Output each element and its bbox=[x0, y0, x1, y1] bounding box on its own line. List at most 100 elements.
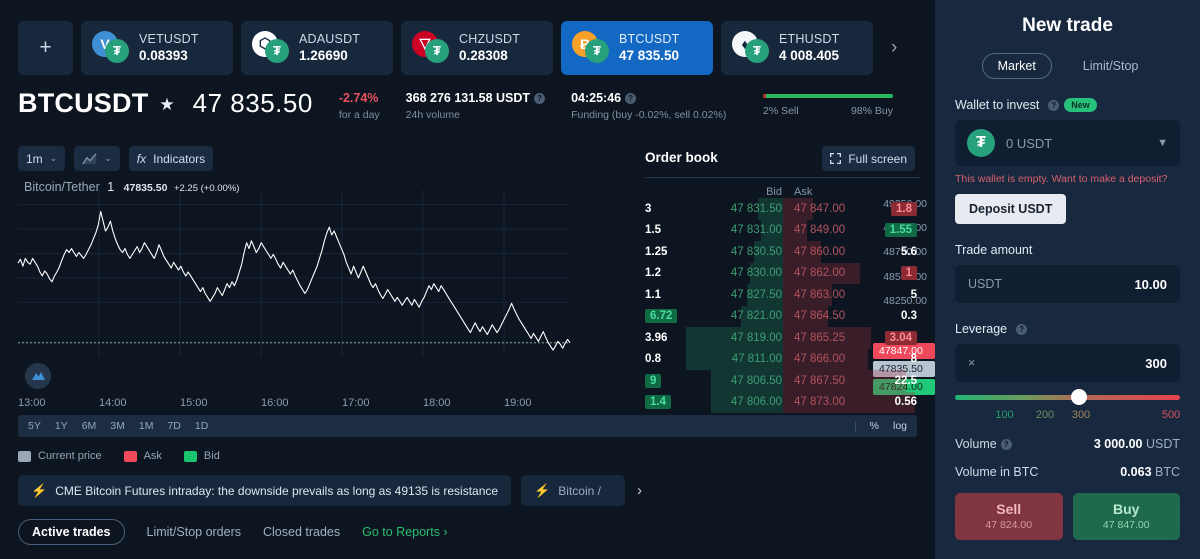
current-price: 47 835.50 bbox=[192, 88, 313, 118]
trade-amount-field[interactable]: USDT 10.00 bbox=[955, 265, 1180, 303]
volume-btc-value: 0.063 bbox=[1120, 465, 1152, 479]
order-book-row[interactable]: 1.1 47 827.50 47 863.00 5 bbox=[645, 284, 920, 306]
stat-change: -2.74% for a day bbox=[339, 88, 380, 121]
leverage-help-icon[interactable]: ? bbox=[1016, 323, 1028, 335]
pair-icons: ♦ ₮ bbox=[732, 30, 770, 65]
buy-button[interactable]: Buy 47 847.00 bbox=[1072, 493, 1180, 540]
wallet-warning: This wallet is empty. Want to make a dep… bbox=[955, 173, 1168, 185]
legend-item: Bid bbox=[183, 450, 220, 462]
bottom-tab-go-to-reports[interactable]: Go to Reports › bbox=[362, 525, 447, 539]
x-axis-tick: 14:00 bbox=[99, 397, 127, 409]
news-item[interactable]: ⚡ CME Bitcoin Futures intraday: the downs… bbox=[18, 475, 512, 506]
bid-price: 47 830.00 bbox=[730, 267, 782, 280]
order-book-row[interactable]: 3 47 831.50 47 847.00 1.8 bbox=[645, 198, 920, 220]
pair-tabs-next-icon[interactable]: › bbox=[881, 37, 907, 59]
wallet-label-row: Wallet to invest ? New bbox=[955, 98, 1180, 112]
bid-qty: 1.2 bbox=[645, 267, 661, 280]
x-axis-tick: 18:00 bbox=[423, 397, 451, 409]
chart-canvas[interactable] bbox=[0, 178, 640, 378]
order-mode-market[interactable]: Market bbox=[981, 53, 1052, 79]
ask-price: 47 866.00 bbox=[794, 353, 846, 366]
pair-tab-btcusdt[interactable]: Ƀ ₮ BTCUSDT 47 835.50 bbox=[561, 20, 713, 75]
order-book-row[interactable]: 9 47 806.50 47 867.50 22.5 bbox=[645, 370, 920, 392]
pair-price: 4 008.405 bbox=[779, 47, 840, 63]
order-book-row[interactable]: 1.4 47 806.00 47 873.00 0.56 bbox=[645, 391, 920, 413]
chevron-down-icon: ⌄ bbox=[49, 153, 58, 163]
pair-icons: Ƀ ₮ bbox=[572, 30, 610, 65]
pair-tab-chzusdt[interactable]: ▽ ₮ CHZUSDT 0.28308 bbox=[401, 20, 553, 75]
volume-help-icon[interactable]: ? bbox=[1000, 438, 1012, 450]
add-pair-button[interactable]: + bbox=[18, 20, 73, 75]
deposit-button[interactable]: Deposit USDT bbox=[955, 194, 1067, 224]
order-book-row[interactable]: 1.2 47 830.00 47 862.00 1 bbox=[645, 262, 920, 284]
sell-price: 47 824.00 bbox=[985, 519, 1033, 531]
favorite-star-icon[interactable]: ★ bbox=[159, 95, 174, 115]
bottom-tab-limit-stop-orders[interactable]: Limit/Stop orders bbox=[147, 525, 241, 539]
volume-btc-label: Volume in BTC bbox=[955, 465, 1039, 479]
leverage-field[interactable]: × 300 bbox=[955, 344, 1180, 382]
period-1y[interactable]: 1Y bbox=[55, 420, 68, 432]
tether-icon: ₮ bbox=[265, 38, 289, 63]
interval-selector[interactable]: 1m ⌄ bbox=[18, 146, 66, 171]
period-5y[interactable]: 5Y bbox=[28, 420, 41, 432]
tether-icon: ₮ bbox=[585, 38, 609, 63]
bid-qty: 3.96 bbox=[645, 331, 668, 344]
period-1d[interactable]: 1D bbox=[195, 420, 208, 432]
interval-label: 1m bbox=[26, 151, 43, 166]
period-1m[interactable]: 1M bbox=[139, 420, 154, 432]
bid-qty: 3 bbox=[645, 202, 652, 215]
order-mode-limit-stop[interactable]: Limit/Stop bbox=[1068, 54, 1154, 78]
order-book-row[interactable]: 1.5 47 831.00 47 849.00 1.55 bbox=[645, 219, 920, 241]
bottom-tab-active-trades[interactable]: Active trades bbox=[18, 519, 125, 545]
funding-help-icon[interactable]: ? bbox=[625, 93, 637, 104]
chart-type-selector[interactable]: ⌄ bbox=[74, 146, 120, 171]
scale-log-button[interactable]: log bbox=[893, 420, 907, 432]
order-book-row[interactable]: 3.96 47 819.00 47 865.25 3.04 bbox=[645, 327, 920, 349]
change-label: for a day bbox=[338, 109, 380, 121]
period-7d[interactable]: 7D bbox=[167, 420, 180, 432]
leverage-ticks: 100 200 300 500 bbox=[955, 409, 1180, 423]
news-item[interactable]: ⚡ Bitcoin / bbox=[521, 475, 625, 506]
order-book-row[interactable]: 6.72 47 821.00 47 864.50 0.3 bbox=[645, 305, 920, 327]
bottom-tab-closed-trades[interactable]: Closed trades bbox=[263, 525, 340, 539]
order-book-title: Order book bbox=[645, 150, 718, 165]
x-axis-tick: 15:00 bbox=[180, 397, 208, 409]
pair-price: 0.28308 bbox=[459, 47, 508, 63]
bolt-icon: ⚡ bbox=[31, 482, 48, 498]
bid-price: 47 831.50 bbox=[730, 202, 782, 215]
ask-price: 47 847.00 bbox=[794, 202, 846, 215]
volume-help-icon[interactable]: ? bbox=[534, 93, 546, 104]
leverage-slider[interactable] bbox=[955, 389, 1180, 405]
trading-app: + V ₮ VETUSDT 0.08393 ⬡ ₮ ADAUSDT 1.26690 ▽ ₮ CHZU… bbox=[0, 0, 1200, 559]
tether-icon: ₮ bbox=[967, 129, 995, 157]
scale-percent-button[interactable]: % bbox=[870, 420, 879, 432]
pair-tab-adausdt[interactable]: ⬡ ₮ ADAUSDT 1.26690 bbox=[241, 20, 393, 75]
chart-overlay-title: Bitcoin/Tether bbox=[24, 180, 100, 194]
ask-qty: 5 bbox=[910, 288, 917, 301]
order-book-row[interactable]: 1.25 47 830.50 47 860.00 5.6 bbox=[645, 241, 920, 263]
leverage-tick[interactable]: 300 bbox=[1072, 409, 1090, 421]
leverage-slider-knob[interactable] bbox=[1070, 389, 1087, 405]
leverage-tick[interactable]: 200 bbox=[1036, 409, 1054, 421]
chevron-down-icon: ⌄ bbox=[104, 153, 112, 163]
wallet-selector[interactable]: ₮ 0 USDT ▼ bbox=[955, 120, 1180, 166]
period-6m[interactable]: 6M bbox=[82, 420, 97, 432]
leverage-label: Leverage bbox=[955, 322, 1008, 336]
pair-tab-vetusdt[interactable]: V ₮ VETUSDT 0.08393 bbox=[81, 20, 233, 75]
indicators-button[interactable]: fx Indicators bbox=[128, 146, 214, 171]
order-book-row[interactable]: 0.8 47 811.00 47 866.00 8 bbox=[645, 348, 920, 370]
sell-button[interactable]: Sell 47 824.00 bbox=[955, 493, 1063, 540]
legend-swatch bbox=[123, 450, 137, 462]
bolt-icon: ⚡ bbox=[534, 482, 551, 498]
leverage-tick[interactable]: 500 bbox=[1162, 409, 1180, 421]
bid-qty: 1.5 bbox=[645, 224, 661, 237]
trade-amount-value: 10.00 bbox=[1134, 276, 1167, 292]
stat-volume: 368 276 131.58 USDT? 24h volume bbox=[406, 88, 546, 121]
ask-price: 47 865.25 bbox=[794, 331, 846, 344]
pair-tab-ethusdt[interactable]: ♦ ₮ ETHUSDT 4 008.405 bbox=[721, 20, 873, 75]
period-3m[interactable]: 3M bbox=[110, 420, 125, 432]
wallet-help-icon[interactable]: ? bbox=[1048, 99, 1060, 111]
trade-amount-label: Trade amount bbox=[955, 243, 1033, 257]
news-next-icon[interactable]: › bbox=[637, 482, 642, 499]
leverage-tick[interactable]: 100 bbox=[995, 409, 1013, 421]
